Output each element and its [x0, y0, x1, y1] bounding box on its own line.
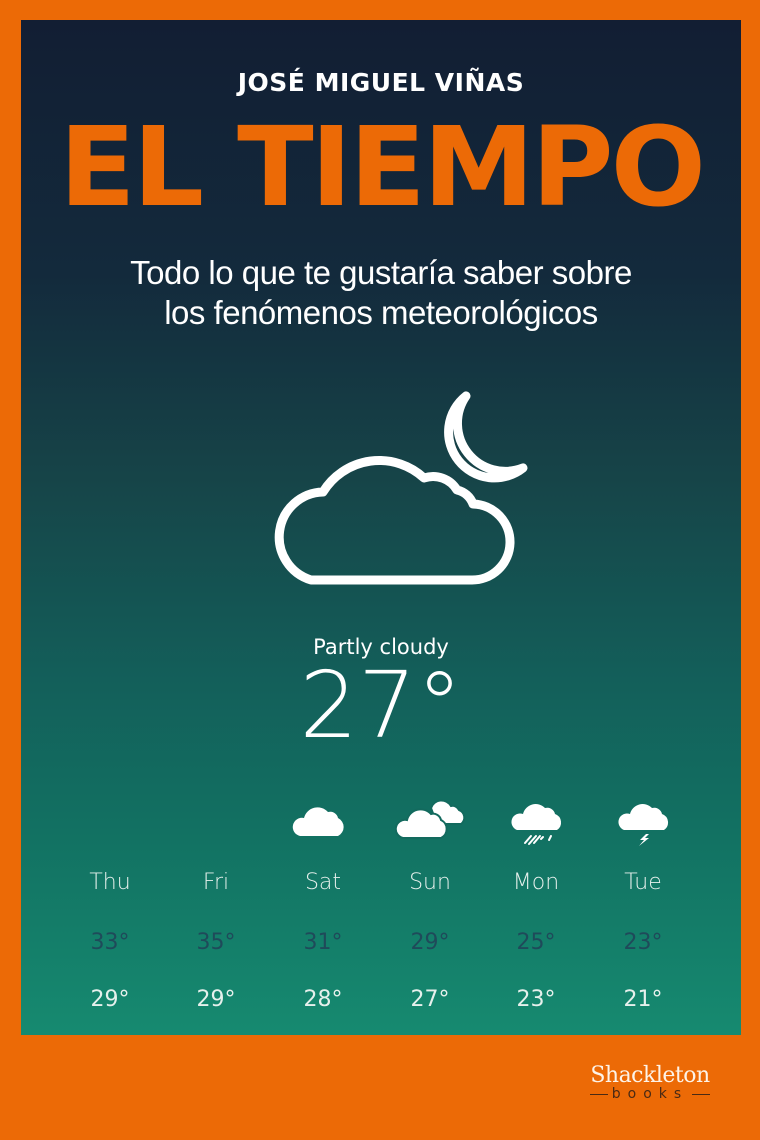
forecast-day: Fri 35° 29°	[163, 780, 269, 1020]
forecast-high: 31°	[303, 930, 343, 955]
partly-cloudy-night-icon	[274, 391, 528, 585]
publisher-sub-label: books	[611, 1086, 689, 1102]
forecast-low: 28°	[303, 987, 343, 1012]
thunderstorm-icon	[618, 804, 669, 846]
forecast-day: Mon 25° 23°	[483, 780, 589, 1020]
forecast-low: 29°	[196, 987, 236, 1012]
current-temperature: 27°	[299, 652, 463, 759]
forecast-high: 25°	[516, 930, 556, 955]
publisher-sub: books	[575, 1086, 725, 1102]
forecast-day: Tue 23° 21°	[590, 780, 696, 1020]
forecast-day-name: Thu	[89, 870, 131, 895]
forecast-low: 23°	[516, 987, 556, 1012]
forecast-day: Sun 29° 27°	[377, 780, 483, 1020]
forecast-day-name: Fri	[202, 870, 230, 895]
forecast-day-name: Sat	[304, 870, 342, 895]
author-name: JOSÉ MIGUEL VIÑAS	[237, 68, 525, 97]
forecast-row: Thu 33° 29° Fri 35° 29° Sat 31° 28° Sun …	[57, 780, 697, 1020]
forecast-high: 23°	[623, 930, 663, 955]
divider	[589, 1093, 608, 1095]
forecast-low: 29°	[90, 987, 130, 1012]
forecast-low: 21°	[623, 987, 663, 1012]
forecast-low: 27°	[410, 987, 450, 1012]
forecast-day: Sat 31° 28°	[270, 780, 376, 1020]
book-title: EL TIEMPO	[59, 103, 706, 231]
forecast-high: 33°	[90, 930, 130, 955]
forecast-day: Thu 33° 29°	[57, 780, 163, 1020]
rain-icon	[511, 804, 562, 845]
subtitle-line-1: Todo lo que te gustaría saber sobre	[130, 254, 632, 291]
subtitle-line-2: los fenómenos meteorológicos	[164, 294, 598, 331]
partly-cloudy-night-icon	[292, 792, 354, 836]
forecast-day-name: Sun	[409, 870, 451, 895]
publisher-logo: Shackleton books	[575, 1063, 725, 1102]
forecast-high: 35°	[196, 930, 236, 955]
forecast-day-name: Mon	[512, 870, 560, 895]
forecast-high: 29°	[410, 930, 450, 955]
cover-panel: JOSÉ MIGUEL VIÑAS EL TIEMPO Todo lo que …	[21, 20, 741, 1035]
moon-icon	[101, 802, 129, 831]
book-subtitle: Todo lo que te gustaría saber sobre los …	[21, 253, 741, 333]
forecast-day-name: Tue	[624, 870, 662, 895]
publisher-name: Shackleton	[590, 1063, 710, 1088]
cloudy-icon	[395, 799, 466, 839]
moon-icon	[207, 802, 235, 831]
divider	[692, 1093, 711, 1095]
